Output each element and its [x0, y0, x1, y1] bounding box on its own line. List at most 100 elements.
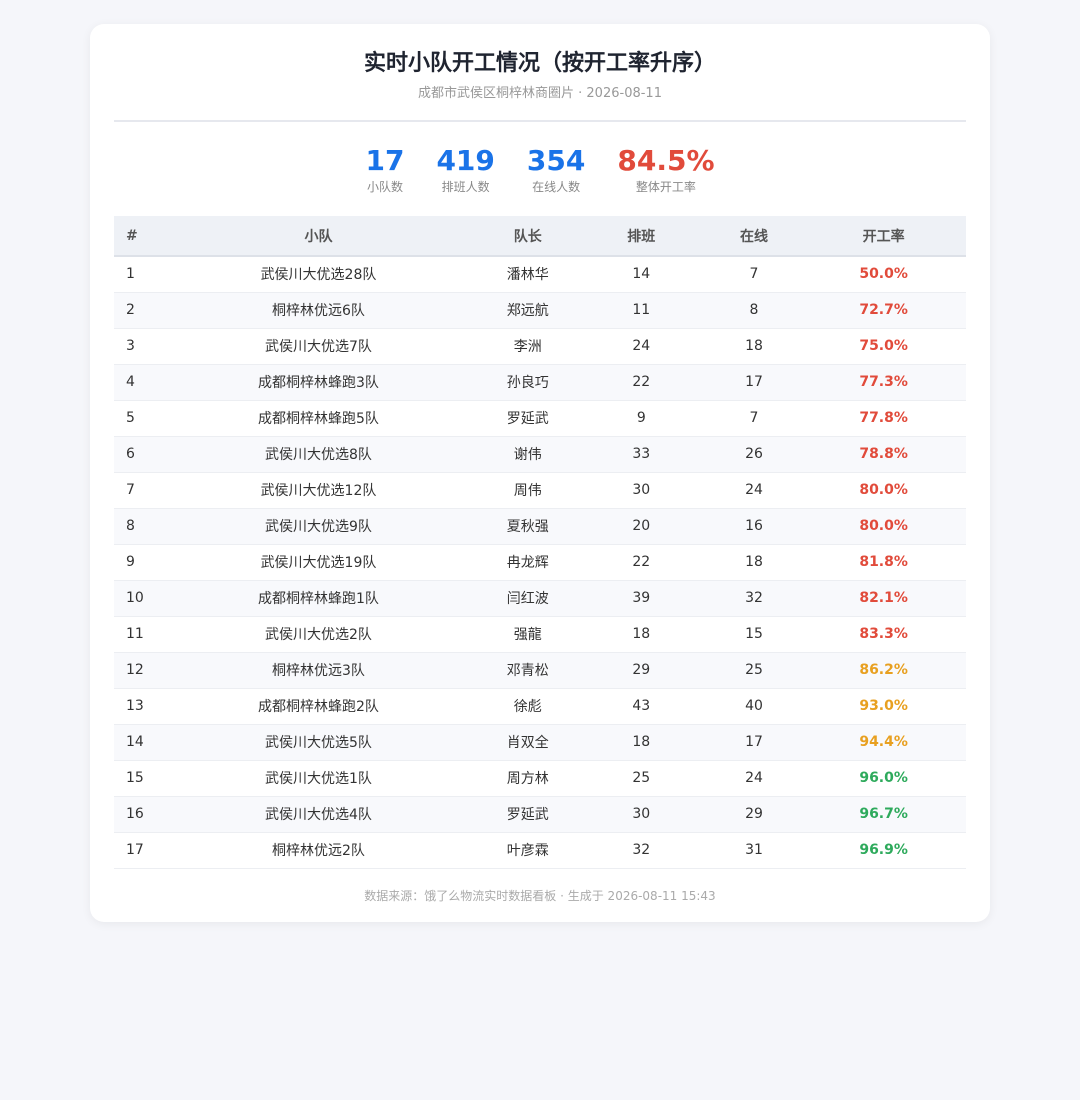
- cell-online: 24: [706, 760, 802, 797]
- cell-rate: 86.2%: [801, 652, 966, 689]
- cell-team: 桐梓林优远3队: [157, 652, 480, 689]
- cell-index: 9: [114, 544, 158, 581]
- cell-online: 32: [706, 580, 802, 617]
- report-card: 实时小队开工情况（按开工率升序） 成都市武侯区桐梓林商圈片 · 2026-08-…: [90, 24, 990, 922]
- cell-team: 武侯川大优选4队: [157, 796, 480, 833]
- cell-team: 武侯川大优选7队: [157, 328, 480, 365]
- table-row: 1 武侯川大优选28队 潘林华 14 7 50.0%: [114, 256, 966, 293]
- cell-leader: 周伟: [479, 472, 576, 509]
- cell-scheduled: 24: [575, 328, 707, 365]
- stat-label: 在线人数: [532, 180, 581, 194]
- table-row: 9 武侯川大优选19队 冉龙辉 22 18 81.8%: [114, 544, 966, 581]
- column-header-leader[interactable]: 队长: [479, 216, 576, 257]
- cell-scheduled: 29: [575, 652, 707, 689]
- cell-leader: 谢伟: [479, 436, 576, 473]
- cell-online: 18: [706, 544, 802, 581]
- cell-leader: 闫红波: [479, 580, 576, 617]
- stat-online-count: 354 在线人数: [527, 144, 585, 198]
- cell-team: 成都桐梓林蜂跑1队: [157, 580, 480, 617]
- table-body: 1 武侯川大优选28队 潘林华 14 7 50.0% 2 桐梓林优远6队 郑远航 11 8 72.7%…: [114, 256, 966, 869]
- page-subtitle: 成都市武侯区桐梓林商圈片 · 2026-08-11: [418, 86, 662, 101]
- cell-online: 8: [706, 292, 802, 329]
- table-row: 12 桐梓林优远3队 邓青松 29 25 86.2%: [114, 652, 966, 689]
- table-row: 16 武侯川大优选4队 罗延武 30 29 96.7%: [114, 796, 966, 833]
- cell-leader: 邓青松: [479, 652, 576, 689]
- table-row: 11 武侯川大优选2队 强龍 18 15 83.3%: [114, 616, 966, 653]
- cell-leader: 肖双全: [479, 724, 576, 761]
- cell-leader: 强龍: [479, 616, 576, 653]
- cell-scheduled: 18: [575, 724, 707, 761]
- column-header-scheduled[interactable]: 排班: [575, 216, 707, 257]
- cell-index: 7: [114, 472, 158, 509]
- cell-scheduled: 18: [575, 616, 707, 653]
- cell-scheduled: 43: [575, 688, 707, 725]
- cell-rate: 94.4%: [801, 724, 966, 761]
- table-row: 6 武侯川大优选8队 谢伟 33 26 78.8%: [114, 436, 966, 473]
- table-row: 17 桐梓林优远2队 叶彦霖 32 31 96.9%: [114, 832, 966, 869]
- cell-rate: 72.7%: [801, 292, 966, 329]
- cell-index: 14: [114, 724, 158, 761]
- cell-rate: 96.7%: [801, 796, 966, 833]
- cell-index: 8: [114, 508, 158, 545]
- cell-online: 15: [706, 616, 802, 653]
- cell-scheduled: 30: [575, 472, 707, 509]
- cell-leader: 罗延武: [479, 796, 576, 833]
- cell-online: 16: [706, 508, 802, 545]
- cell-online: 29: [706, 796, 802, 833]
- cell-rate: 96.0%: [801, 760, 966, 797]
- cell-team: 成都桐梓林蜂跑3队: [157, 364, 480, 401]
- cell-leader: 郑远航: [479, 292, 576, 329]
- cell-team: 武侯川大优选8队: [157, 436, 480, 473]
- cell-online: 40: [706, 688, 802, 725]
- summary-stats: 17 小队数 419 排班人数 354 在线人数 84.5% 整体开工率: [114, 144, 966, 198]
- cell-online: 24: [706, 472, 802, 509]
- column-header-team[interactable]: 小队: [157, 216, 480, 257]
- cell-index: 17: [114, 832, 158, 869]
- cell-rate: 82.1%: [801, 580, 966, 617]
- cell-online: 17: [706, 364, 802, 401]
- cell-scheduled: 11: [575, 292, 707, 329]
- cell-index: 6: [114, 436, 158, 473]
- cell-online: 18: [706, 328, 802, 365]
- cell-team: 武侯川大优选12队: [157, 472, 480, 509]
- table-row: 4 成都桐梓林蜂跑3队 孙良巧 22 17 77.3%: [114, 364, 966, 401]
- table-row: 15 武侯川大优选1队 周方林 25 24 96.0%: [114, 760, 966, 797]
- cell-scheduled: 20: [575, 508, 707, 545]
- footer-source: 数据来源：饿了么物流实时数据看板 · 生成于 2026-08-11 15:43: [364, 888, 716, 903]
- cell-team: 桐梓林优远6队: [157, 292, 480, 329]
- column-header-rate[interactable]: 开工率: [801, 216, 966, 257]
- cell-index: 4: [114, 364, 158, 401]
- stat-scheduled-count: 419 排班人数: [436, 144, 494, 198]
- cell-online: 7: [706, 400, 802, 437]
- cell-index: 1: [114, 256, 158, 293]
- table-row: 7 武侯川大优选12队 周伟 30 24 80.0%: [114, 472, 966, 509]
- cell-rate: 77.3%: [801, 364, 966, 401]
- cell-scheduled: 22: [575, 364, 707, 401]
- table-row: 2 桐梓林优远6队 郑远航 11 8 72.7%: [114, 292, 966, 329]
- cell-online: 25: [706, 652, 802, 689]
- cell-scheduled: 22: [575, 544, 707, 581]
- cell-rate: 83.3%: [801, 616, 966, 653]
- column-header-index[interactable]: #: [114, 216, 158, 257]
- cell-team: 武侯川大优选1队: [157, 760, 480, 797]
- column-header-online[interactable]: 在线: [706, 216, 802, 257]
- cell-index: 15: [114, 760, 158, 797]
- table-row: 14 武侯川大优选5队 肖双全 18 17 94.4%: [114, 724, 966, 761]
- cell-team: 成都桐梓林蜂跑2队: [157, 688, 480, 725]
- page-title: 实时小队开工情况（按开工率升序）: [363, 51, 716, 76]
- cell-index: 12: [114, 652, 158, 689]
- cell-index: 5: [114, 400, 158, 437]
- cell-scheduled: 33: [575, 436, 707, 473]
- cell-rate: 78.8%: [801, 436, 966, 473]
- cell-scheduled: 9: [575, 400, 707, 437]
- cell-leader: 叶彦霖: [479, 832, 576, 869]
- cell-index: 3: [114, 328, 158, 365]
- cell-team: 成都桐梓林蜂跑5队: [157, 400, 480, 437]
- cell-rate: 80.0%: [801, 472, 966, 509]
- cell-leader: 李洲: [479, 328, 576, 365]
- cell-rate: 96.9%: [801, 832, 966, 869]
- cell-index: 2: [114, 292, 158, 329]
- table-row: 8 武侯川大优选9队 夏秋强 20 16 80.0%: [114, 508, 966, 545]
- cell-leader: 周方林: [479, 760, 576, 797]
- team-table: # 小队 队长 排班 在线 开工率 1 武侯川大优选28队 潘林华 14 7 50.0% 2…: [114, 216, 966, 869]
